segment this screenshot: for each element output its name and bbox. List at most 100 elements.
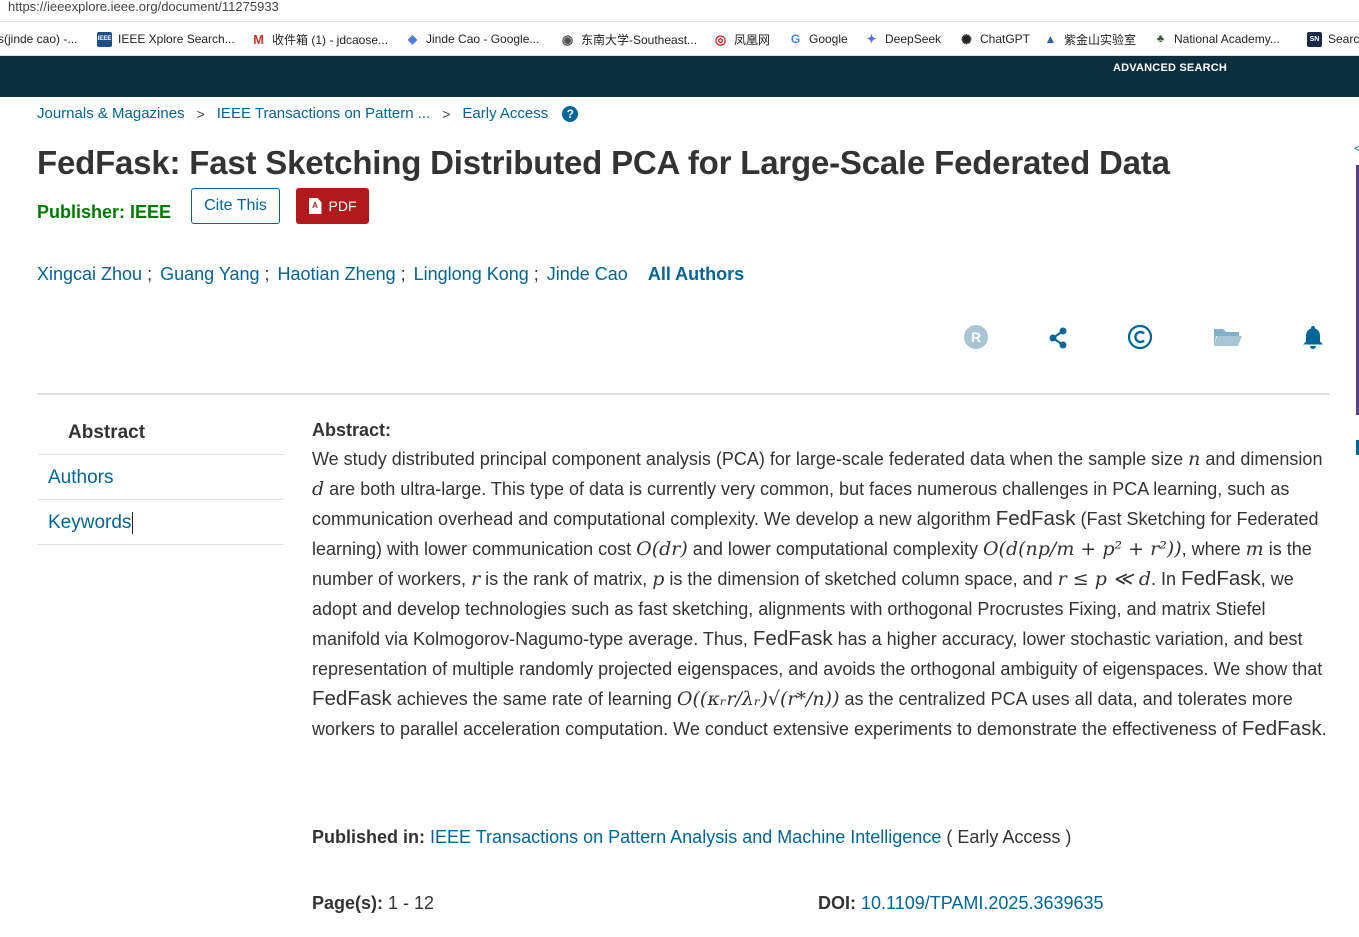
bookmark-label: National Academy... [1174, 32, 1280, 46]
abstract-part: . In [1151, 569, 1182, 589]
pdf-button[interactable]: A PDF [296, 188, 369, 224]
algorithm-name: FedFask [312, 687, 392, 710]
published-in-label: Published in: [312, 827, 426, 847]
cite-this-button[interactable]: Cite This [191, 188, 280, 224]
bookmark-google[interactable]: G Google [788, 31, 848, 47]
math-inequality: r ≤ p ≪ d [1057, 568, 1152, 590]
author-link[interactable]: Linglong Kong [414, 264, 529, 285]
breadcrumb-tpami[interactable]: IEEE Transactions on Pattern ... [217, 105, 430, 122]
breadcrumb-separator: > [442, 105, 451, 122]
bookmark-google-scholar[interactable]: ◆ Jinde Cao - Google... [405, 31, 540, 47]
copyright-button[interactable] [1127, 324, 1153, 350]
all-authors-link[interactable]: All Authors [648, 264, 744, 285]
author-link[interactable]: Jinde Cao [547, 264, 628, 285]
abstract-part: We study distributed principal component… [312, 449, 1189, 469]
url-text[interactable]: https://ieeexplore.ieee.org/document/112… [8, 0, 279, 14]
nav-keywords[interactable]: Keywords [38, 500, 284, 545]
algorithm-name: FedFask [995, 507, 1076, 530]
gmail-icon: M [253, 31, 264, 47]
help-icon[interactable]: ? [562, 105, 579, 122]
document-sections-nav: Abstract Authors Keywords [38, 410, 284, 545]
abstract-part: is the rank of matrix, [480, 569, 653, 589]
author-separator: ; [147, 264, 153, 284]
math-learning-rate: O((κᵣr/λᵣ)√(r*/n)) [676, 688, 840, 710]
bookmark-ifeng[interactable]: ◎ 凤凰网 [713, 31, 770, 47]
breadcrumb-separator: > [196, 105, 205, 122]
author-link[interactable]: Guang Yang [160, 264, 259, 285]
pml-icon: ▲ [1044, 31, 1057, 46]
bookmark-label: Google [809, 32, 848, 46]
bookmark-national-academy[interactable]: ♣ National Academy... [1153, 31, 1280, 47]
alerts-button[interactable] [1300, 324, 1326, 350]
bookmark-gmail[interactable]: M 收件箱 (1) - jdcaose... [251, 31, 388, 47]
bookmark-jinde-cao-search[interactable]: s(jinde cao) -... [0, 31, 77, 47]
bookmark-label: Jinde Cao - Google... [426, 32, 540, 46]
math-communication-cost: O(dr) [636, 538, 688, 560]
algorithm-name: FedFask [752, 627, 833, 650]
chatgpt-icon: ✺ [961, 31, 972, 47]
publisher-label: Publisher: [37, 202, 126, 222]
math-computational-complexity: O(d(np/m + p² + r²)) [982, 538, 1182, 560]
bookmark-label: ChatGPT [980, 32, 1031, 46]
bookmark-label: 东南大学-Southeast... [581, 32, 698, 47]
bookmark-label: IEEE Xplore Search... [118, 32, 235, 46]
bookmark-search[interactable]: SN Searc [1307, 31, 1359, 47]
rights-icon: R [964, 325, 988, 349]
text-cursor [132, 511, 134, 534]
copyright-icon [1127, 324, 1153, 350]
breadcrumb-early-access[interactable]: Early Access [462, 105, 548, 122]
advanced-search-link[interactable]: ADVANCED SEARCH [1113, 62, 1227, 74]
save-to-folder-button[interactable] [1213, 324, 1243, 350]
alert-bell-icon [1303, 326, 1323, 349]
author-link[interactable]: Haotian Zheng [278, 264, 396, 285]
pages-label: Page(s): [312, 893, 384, 913]
bookmark-label: Searc [1328, 32, 1359, 46]
folder-icon [1214, 329, 1242, 346]
address-bar[interactable]: https://ieeexplore.ieee.org/document/112… [0, 0, 1359, 22]
abstract-text: We study distributed principal component… [312, 444, 1330, 744]
share-button[interactable] [1045, 324, 1071, 350]
section-divider [37, 393, 1330, 395]
breadcrumb-journals[interactable]: Journals & Magazines [37, 105, 185, 122]
bookmark-seu[interactable]: ◉ 东南大学-Southeast... [560, 31, 697, 47]
doi-link[interactable]: 10.1109/TPAMI.2025.3639635 [861, 893, 1104, 913]
math-d: d [312, 478, 325, 500]
rights-permissions-button[interactable]: R [963, 324, 989, 350]
bookmark-pml[interactable]: ▲ 紫金山实验室 [1043, 31, 1136, 47]
bookmark-chatgpt[interactable]: ✺ ChatGPT [959, 31, 1030, 47]
bookmark-label: 收件箱 (1) - jdcaose... [272, 32, 389, 47]
nav-abstract[interactable]: Abstract [38, 410, 284, 455]
author-separator: ; [400, 264, 406, 284]
abstract-part: achieves the same rate of learning [391, 689, 677, 709]
breadcrumb: Journals & Magazines > IEEE Transactions… [37, 105, 579, 122]
seu-icon: ◉ [561, 31, 574, 47]
article-title: FedFask: Fast Sketching Distributed PCA … [37, 144, 1170, 181]
deepseek-icon: ✦ [866, 31, 877, 46]
algorithm-name: FedFask [1241, 717, 1322, 740]
ieee-icon: IEEE [97, 31, 112, 47]
author-separator: ; [264, 264, 270, 284]
side-panel-toggle[interactable]: < [1354, 143, 1359, 155]
pdf-label: PDF [328, 198, 357, 214]
page-range: Page(s): 1 - 12 [312, 893, 434, 914]
algorithm-name: FedFask [1181, 567, 1261, 590]
doi-label: DOI: [818, 893, 856, 913]
author-link[interactable]: Xingcai Zhou [37, 264, 142, 285]
nas-icon: ♣ [1156, 32, 1165, 45]
sn-icon: SN [1307, 31, 1322, 47]
published-in: Published in: IEEE Transactions on Patte… [312, 827, 1071, 848]
site-header: ADVANCED SEARCH [0, 56, 1359, 97]
rights-icon-letter: R [971, 329, 981, 345]
bookmark-ieee-xplore[interactable]: IEEE IEEE Xplore Search... [97, 31, 235, 47]
abstract-part: and dimension [1200, 449, 1323, 469]
bookmark-deepseek[interactable]: ✦ DeepSeek [864, 31, 941, 47]
journal-link[interactable]: IEEE Transactions on Pattern Analysis an… [430, 827, 941, 847]
author-list: Xingcai Zhou ; Guang Yang ; Haotian Zhen… [37, 264, 744, 285]
abstract-part: , where [1181, 539, 1246, 559]
nav-authors[interactable]: Authors [38, 455, 284, 500]
share-icon [1049, 327, 1067, 349]
bookmark-label: s(jinde cao) -... [0, 32, 78, 46]
pages-value: 1 - 12 [388, 893, 435, 913]
abstract-part: and lower computational complexity [687, 539, 983, 559]
doi: DOI: 10.1109/TPAMI.2025.3639635 [818, 893, 1104, 914]
